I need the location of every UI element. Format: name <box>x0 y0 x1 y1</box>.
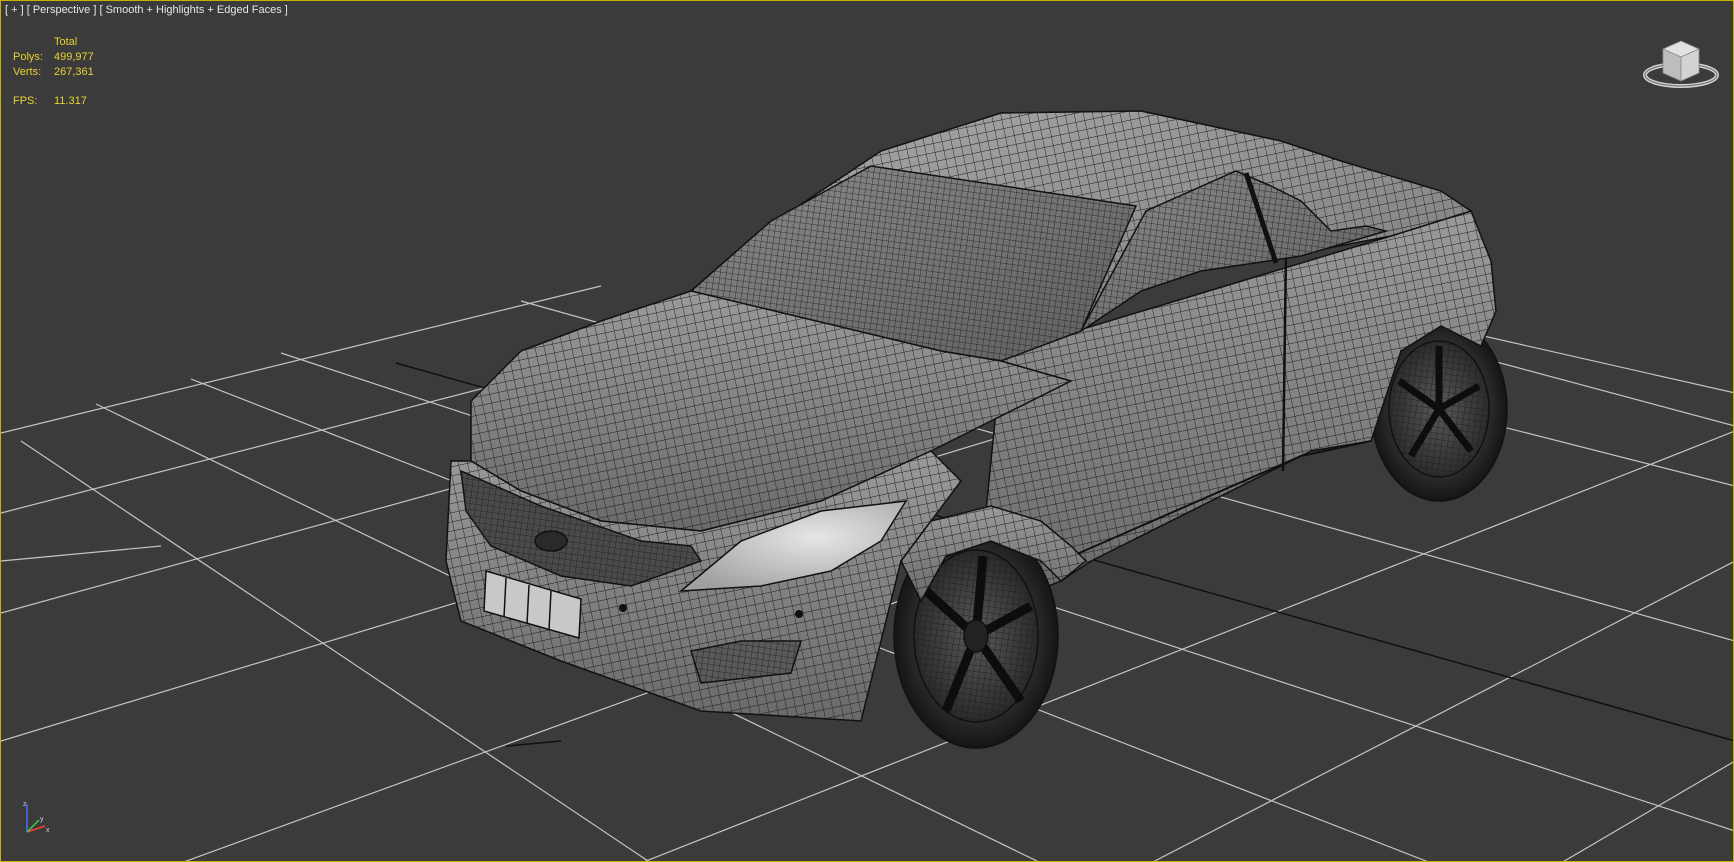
svg-text:y: y <box>40 816 44 823</box>
viewcube-icon[interactable] <box>1641 37 1721 91</box>
car-model <box>445 110 1508 749</box>
verts-label: Verts: <box>13 66 42 78</box>
viewport-menu-plus[interactable]: [ + ] <box>5 4 24 16</box>
scene-canvas[interactable] <box>1 1 1734 862</box>
svg-text:x: x <box>46 827 50 834</box>
viewport-label: [ + ] [ Perspective ] [ Smooth + Highlig… <box>5 4 288 16</box>
fps-label: FPS: <box>13 95 38 107</box>
polys-label: Polys: <box>13 51 43 63</box>
viewport-perspective[interactable]: [ + ] [ Perspective ] [ Smooth + Highlig… <box>0 0 1734 862</box>
fps-value: 11.317 <box>54 95 87 107</box>
viewport-menu-perspective[interactable]: [ Perspective ] <box>27 4 97 16</box>
stats-header: Total <box>54 36 78 48</box>
stats-fps-row: FPS: 11.317 <box>13 94 94 109</box>
axis-tripod-icon: z y x <box>23 801 50 834</box>
verts-value: 267,361 <box>54 66 94 78</box>
statistics-overlay: Total Polys: 499,977 Verts: 267,361 FPS:… <box>13 35 94 109</box>
polys-value: 499,977 <box>54 51 94 63</box>
stats-polys-row: Polys: 499,977 <box>13 50 94 65</box>
stats-verts-row: Verts: 267,361 <box>13 65 94 80</box>
viewport-menu-shading[interactable]: [ Smooth + Highlights + Edged Faces ] <box>99 4 287 16</box>
svg-text:z: z <box>23 801 27 808</box>
